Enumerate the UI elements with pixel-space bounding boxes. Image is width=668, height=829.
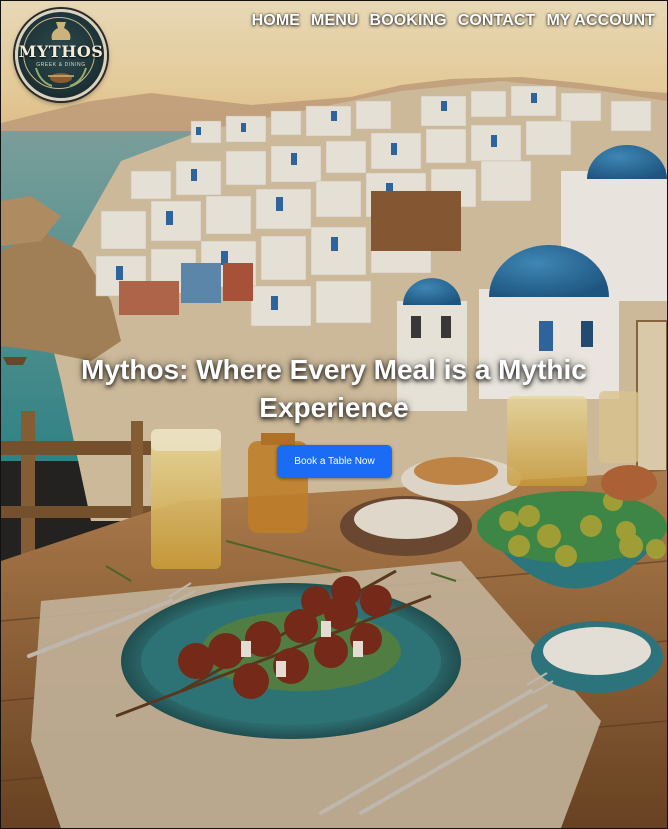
nav-booking[interactable]: BOOKING — [370, 12, 447, 30]
brand-logo[interactable]: MYTHOS GREEK & DINING — [15, 9, 107, 101]
hero-headline: Mythos: Where Every Meal is a Mythic Exp… — [81, 354, 587, 423]
logo-wordmark: MYTHOS — [18, 42, 104, 61]
nav-home[interactable]: HOME — [252, 12, 300, 30]
nav-contact[interactable]: CONTACT — [458, 12, 536, 30]
nav-my-account[interactable]: MY ACCOUNT — [546, 12, 655, 30]
main-nav: HOME MENU BOOKING CONTACT MY ACCOUNT — [241, 12, 655, 30]
book-table-button[interactable]: Book a Table Now — [277, 445, 392, 478]
nav-menu[interactable]: MENU — [311, 12, 359, 30]
logo-tagline: GREEK & DINING — [36, 62, 86, 68]
page: MYTHOS GREEK & DINING HOME MENU BOOKING … — [0, 0, 668, 829]
